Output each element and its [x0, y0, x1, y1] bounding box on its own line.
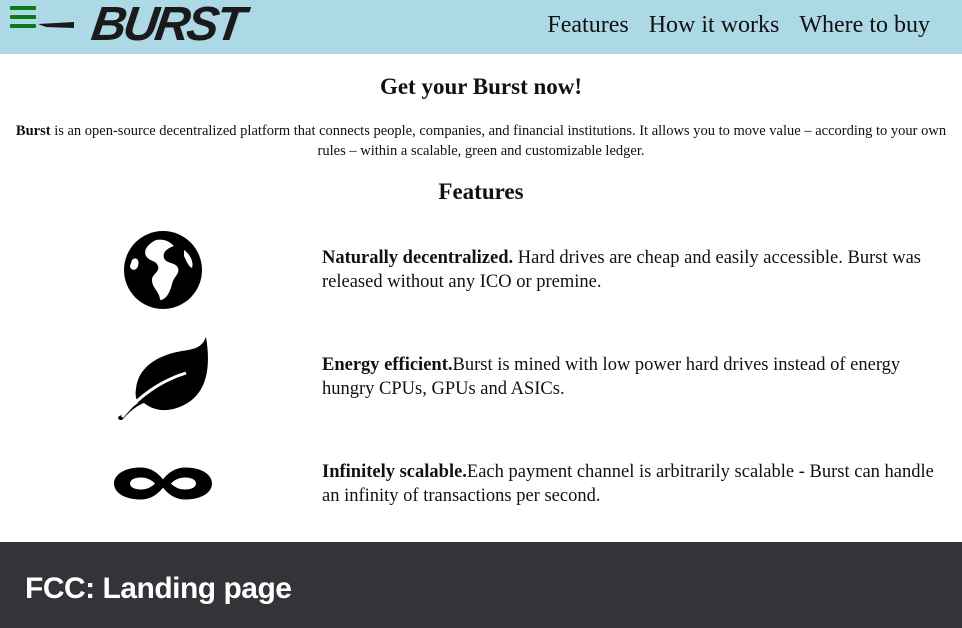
feature-text: Infinitely scalable.Each payment channel…: [322, 460, 952, 508]
nav-link-features[interactable]: Features: [547, 10, 628, 40]
intro-text: is an open-source decentralized platform…: [50, 123, 947, 159]
globe-icon: [124, 231, 202, 309]
intro-brand: Burst: [15, 123, 51, 139]
feature-scalable: Infinitely scalable.Each payment channel…: [0, 440, 962, 530]
feature-heading: Energy efficient.: [322, 355, 453, 375]
features-title: Features: [438, 179, 524, 204]
feature-heading: Infinitely scalable.: [322, 462, 467, 482]
feature-heading: Naturally decentralized.: [322, 248, 514, 268]
logo-swoosh-icon: [38, 22, 74, 28]
footer-title: FCC: Landing page: [25, 572, 292, 605]
site-header: BURST Features How it works Where to buy: [0, 0, 962, 54]
hero-title: Get your Burst now!: [379, 74, 583, 99]
intro-paragraph: Burst is an open-source decentralized pl…: [8, 121, 954, 161]
burst-logo[interactable]: BURST: [36, 0, 246, 51]
feature-decentralized: Naturally decentralized. Hard drives are…: [0, 226, 962, 316]
leaf-icon: [118, 337, 208, 421]
feature-text: Energy efficient.Burst is mined with low…: [322, 353, 952, 401]
page-footer: FCC: Landing page: [0, 542, 962, 628]
hamburger-menu-icon[interactable]: [10, 6, 36, 28]
nav-link-where-to-buy[interactable]: Where to buy: [799, 10, 930, 40]
logo-text: BURST: [88, 0, 247, 51]
nav-link-how-it-works[interactable]: How it works: [649, 10, 780, 40]
feature-energy: Energy efficient.Burst is mined with low…: [0, 333, 962, 423]
feature-text: Naturally decentralized. Hard drives are…: [322, 246, 952, 294]
infinity-icon: [114, 467, 212, 500]
main-nav: Features How it works Where to buy: [547, 10, 930, 40]
